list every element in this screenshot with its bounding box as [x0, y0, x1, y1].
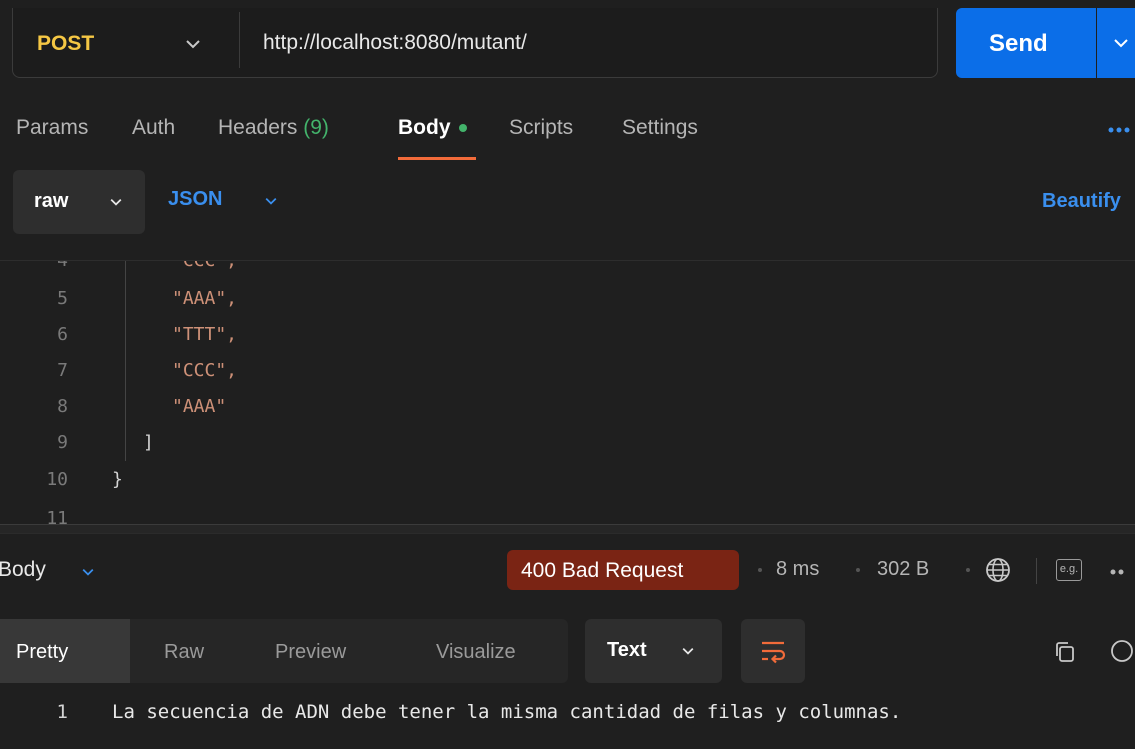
method-selector[interactable]: POST	[37, 32, 94, 56]
status-badge[interactable]: 400 Bad Request	[507, 550, 739, 590]
request-body-editor[interactable]: 4 "CCC", 5 "AAA", 6 "TTT", 7 "CCC", 8 "A…	[0, 260, 1135, 525]
tab-visualize[interactable]: Visualize	[436, 641, 516, 664]
url-divider	[239, 12, 240, 68]
tab-body[interactable]: Body	[398, 116, 467, 140]
line-number: 1	[56, 701, 68, 723]
search-icon[interactable]	[1108, 638, 1135, 666]
more-options-icon[interactable]	[1110, 568, 1134, 576]
wrap-lines-button[interactable]	[741, 619, 805, 683]
line-number: 4	[57, 260, 68, 271]
code-line: 8 "AAA"	[0, 389, 1135, 425]
active-tab-underline	[398, 157, 476, 160]
response-view-selector[interactable]: Body	[0, 558, 46, 582]
tab-headers[interactable]: Headers (9)	[218, 116, 329, 140]
line-number: 7	[57, 360, 68, 381]
code-line: 11	[0, 501, 1135, 525]
separator-dot	[758, 568, 762, 572]
tab-scripts[interactable]: Scripts	[509, 116, 573, 140]
response-tabs: Pretty Raw Preview Visualize	[0, 619, 568, 683]
tab-settings-label: Settings	[622, 116, 698, 139]
line-number: 10	[46, 469, 68, 490]
code-text: "AAA"	[172, 396, 227, 417]
tab-params-label: Params	[16, 116, 89, 139]
tab-params[interactable]: Params	[16, 116, 88, 140]
tab-pretty[interactable]: Pretty	[16, 641, 68, 664]
response-format-label: Text	[607, 639, 647, 661]
pane-resize-handle[interactable]	[0, 524, 1135, 534]
globe-icon[interactable]	[985, 557, 1011, 583]
chevron-down-icon[interactable]	[80, 564, 96, 580]
beautify-button[interactable]: Beautify	[1042, 190, 1121, 213]
url-bar: POST http://localhost:8080/mutant/	[12, 8, 938, 78]
tab-auth-label: Auth	[132, 116, 176, 139]
response-body-line: 1 La secuencia de ADN debe tener la mism…	[0, 694, 1135, 730]
line-number: 11	[46, 508, 68, 525]
body-mode-selector[interactable]: raw	[13, 170, 145, 234]
body-mode-label: raw	[34, 190, 69, 212]
copy-icon[interactable]	[1053, 640, 1077, 664]
code-line: 5 "AAA",	[0, 281, 1135, 317]
response-format-selector[interactable]: Text	[585, 619, 722, 683]
separator-dot	[856, 568, 860, 572]
line-number: 8	[57, 396, 68, 417]
code-text: ]	[143, 432, 154, 453]
separator-dot	[966, 568, 970, 572]
chevron-down-icon[interactable]	[263, 193, 279, 209]
more-options-icon[interactable]	[1108, 126, 1135, 134]
api-client-window: POST http://localhost:8080/mutant/ Send …	[0, 0, 1135, 749]
code-text: "AAA",	[172, 288, 238, 309]
chevron-down-icon	[110, 198, 122, 206]
tab-settings[interactable]: Settings	[622, 116, 698, 140]
tab-raw[interactable]: Raw	[164, 641, 204, 664]
chevron-down-icon[interactable]	[183, 34, 203, 54]
tab-auth[interactable]: Auth	[132, 116, 175, 140]
response-body-text: La secuencia de ADN debe tener la misma …	[112, 701, 902, 723]
send-button[interactable]: Send	[956, 8, 1096, 78]
code-text: }	[112, 469, 123, 490]
save-as-example-icon[interactable]: e.g.	[1056, 559, 1082, 581]
send-options-button[interactable]	[1097, 8, 1135, 78]
send-button-label: Send	[989, 30, 1048, 57]
line-number: 6	[57, 324, 68, 345]
code-line: 6 "TTT",	[0, 317, 1135, 353]
chevron-down-icon	[1114, 39, 1128, 48]
headers-count-badge: (9)	[303, 116, 329, 139]
code-line: 7 "CCC",	[0, 353, 1135, 389]
body-modified-dot	[458, 124, 467, 133]
tab-scripts-label: Scripts	[509, 116, 574, 139]
response-time[interactable]: 8 ms	[776, 558, 819, 581]
line-number: 9	[57, 432, 68, 453]
url-input[interactable]: http://localhost:8080/mutant/	[263, 31, 527, 55]
status-text: 400 Bad Request	[521, 559, 684, 582]
tab-headers-label: Headers	[218, 116, 298, 139]
code-text: "CCC",	[172, 260, 238, 271]
line-number: 5	[57, 288, 68, 309]
tab-preview[interactable]: Preview	[275, 641, 346, 664]
code-line: 4 "CCC",	[0, 260, 1135, 279]
code-text: "CCC",	[172, 360, 238, 381]
code-text: "TTT",	[172, 324, 238, 345]
body-format-selector[interactable]: JSON	[168, 188, 222, 211]
chevron-down-icon	[682, 647, 694, 655]
code-line: 10 }	[0, 462, 1135, 498]
toolbar-separator	[1036, 558, 1037, 584]
code-line: 9 ]	[0, 425, 1135, 461]
response-size[interactable]: 302 B	[877, 558, 929, 581]
tab-body-label: Body	[398, 116, 451, 139]
wrap-lines-icon	[762, 641, 786, 664]
